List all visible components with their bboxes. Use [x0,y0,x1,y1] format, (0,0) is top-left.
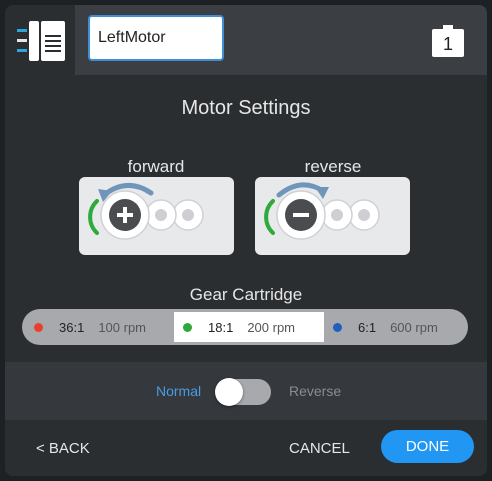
toggle-knob [215,378,243,406]
dialog-footer: < BACK CANCEL DONE [5,420,487,476]
gear-ratio: 6:1 [358,319,377,335]
reverse-label: reverse [304,157,362,176]
motor-device-icon [17,21,65,61]
forward-direction-card[interactable] [79,177,234,255]
gear-cartridge-selector: 36:1 100 rpm 18:1 200 rpm 6:1 600 rpm [22,309,468,345]
motor-settings-title: Motor Settings [181,97,311,119]
header-icon-area [5,5,75,75]
minus-gear-icon [264,182,380,240]
forward-label: forward [127,157,185,176]
cancel-button[interactable]: CANCEL [289,440,350,457]
blue-dot-icon [333,322,342,332]
gear-option-18-1[interactable]: 18:1 200 rpm [174,312,324,342]
direction-toggle-row: Normal Reverse [5,362,487,420]
gear-option-6-1[interactable]: 6:1 600 rpm [333,312,463,342]
gear-rpm: 200 rpm [247,319,296,335]
motor-name-input[interactable] [88,15,224,61]
gear-ratio: 36:1 [59,319,85,335]
reverse-direction-card[interactable] [255,177,410,255]
gear-option-36-1[interactable]: 36:1 100 rpm [34,312,174,342]
port-badge[interactable]: 1 [432,25,464,57]
done-button[interactable]: DONE [381,430,474,463]
motor-settings-dialog: 1 Motor Settings forward reverse [5,5,487,476]
port-number: 1 [442,34,453,54]
gear-ratio: 18:1 [208,319,234,335]
red-dot-icon [34,322,43,332]
reverse-label: Reverse [289,383,342,399]
gear-cartridge-title: Gear Cartridge [189,285,303,304]
normal-label: Normal [156,383,202,399]
gear-rpm: 100 rpm [98,319,147,335]
green-dot-icon [183,322,192,332]
gear-rpm: 600 rpm [390,319,438,335]
plus-gear-icon [88,183,204,240]
back-button[interactable]: < BACK [36,440,90,457]
direction-toggle-switch[interactable] [215,378,271,406]
